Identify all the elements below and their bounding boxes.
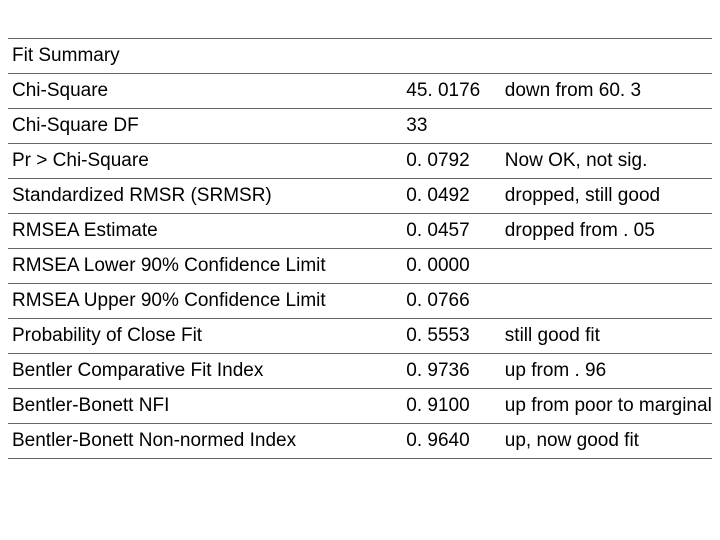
value-cell: 0. 0457 [402,214,501,249]
comment-cell: down from 60. 3 [501,74,712,109]
comment-cell: dropped, still good [501,179,712,214]
measure-cell: Pr > Chi-Square [8,144,402,179]
value-cell: 0. 9640 [402,424,501,459]
value-cell: 0. 0492 [402,179,501,214]
measure-cell: Probability of Close Fit [8,319,402,354]
comment-cell: Now OK, not sig. [501,144,712,179]
measure-cell: RMSEA Estimate [8,214,402,249]
measure-cell: Standardized RMSR (SRMSR) [8,179,402,214]
table-row: Chi-Square DF 33 [8,109,712,144]
measure-cell: RMSEA Upper 90% Confidence Limit [8,284,402,319]
measure-cell: RMSEA Lower 90% Confidence Limit [8,249,402,284]
table-row: Bentler Comparative Fit Index 0. 9736 up… [8,354,712,389]
value-cell: 0. 0792 [402,144,501,179]
value-cell: 0. 0766 [402,284,501,319]
measure-cell: Chi-Square [8,74,402,109]
comment-cell [501,284,712,319]
measure-cell: Bentler-Bonett NFI [8,389,402,424]
comment-cell: up, now good fit [501,424,712,459]
value-cell: 0. 9100 [402,389,501,424]
measure-cell: Bentler-Bonett Non-normed Index [8,424,402,459]
table-row: Standardized RMSR (SRMSR) 0. 0492 droppe… [8,179,712,214]
comment-cell: up from poor to marginal [501,389,712,424]
table-row: RMSEA Estimate 0. 0457 dropped from . 05 [8,214,712,249]
table-row: Bentler-Bonett NFI 0. 9100 up from poor … [8,389,712,424]
fit-summary-table: Fit Summary Chi-Square 45. 0176 down fro… [8,38,712,459]
table-row: Bentler-Bonett Non-normed Index 0. 9640 … [8,424,712,459]
table-row: RMSEA Upper 90% Confidence Limit 0. 0766 [8,284,712,319]
value-cell: 45. 0176 [402,74,501,109]
table-title: Fit Summary [8,39,712,74]
value-cell: 0. 5553 [402,319,501,354]
measure-cell: Bentler Comparative Fit Index [8,354,402,389]
comment-cell [501,249,712,284]
value-cell: 0. 0000 [402,249,501,284]
comment-cell [501,109,712,144]
value-cell: 0. 9736 [402,354,501,389]
value-cell: 33 [402,109,501,144]
table-row: Probability of Close Fit 0. 5553 still g… [8,319,712,354]
comment-cell: up from . 96 [501,354,712,389]
page-container: Fit Summary Chi-Square 45. 0176 down fro… [0,0,720,459]
table-header-row: Fit Summary [8,39,712,74]
table-row: Pr > Chi-Square 0. 0792 Now OK, not sig. [8,144,712,179]
table-row: Chi-Square 45. 0176 down from 60. 3 [8,74,712,109]
table-row: RMSEA Lower 90% Confidence Limit 0. 0000 [8,249,712,284]
measure-cell: Chi-Square DF [8,109,402,144]
comment-cell: dropped from . 05 [501,214,712,249]
comment-cell: still good fit [501,319,712,354]
